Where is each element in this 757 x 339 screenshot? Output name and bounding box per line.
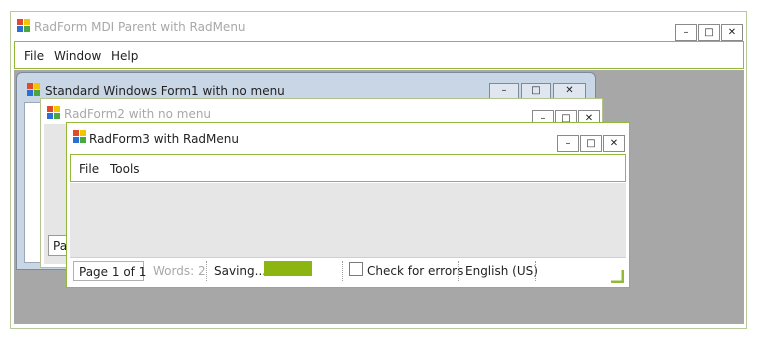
maximize-icon: □ <box>586 138 596 149</box>
minimize-icon: – <box>683 27 689 38</box>
form2-icon <box>47 106 60 119</box>
minimize-icon: – <box>501 85 507 96</box>
maximize-icon: □ <box>704 27 714 38</box>
status-saving-label: Saving... <box>214 264 267 278</box>
form1-title: Standard Windows Form1 with no menu <box>45 84 285 98</box>
form3-client <box>70 183 626 257</box>
form3-maximize-button[interactable]: □ <box>580 135 602 152</box>
status-page-label: Page 1 of 1 <box>73 261 147 281</box>
form3-menu-file[interactable]: File <box>79 162 99 176</box>
parent-minimize-button[interactable]: – <box>675 24 697 41</box>
status-words: Words: 2 <box>153 264 206 278</box>
form3-menu-tools[interactable]: Tools <box>110 162 140 176</box>
status-separator <box>342 261 343 281</box>
form3-menu-bar: File Tools <box>70 154 626 182</box>
check-errors-checkbox[interactable] <box>349 262 363 276</box>
form1-close-button[interactable]: ✕ <box>553 83 586 99</box>
form3-close-button[interactable]: ✕ <box>603 135 625 152</box>
status-language[interactable]: English (US) <box>465 264 538 278</box>
menu-file[interactable]: File <box>24 49 44 63</box>
status-page-text: Page 1 of 1 <box>79 265 147 279</box>
parent-maximize-button[interactable]: □ <box>698 24 720 41</box>
close-icon: ✕ <box>565 85 574 96</box>
form3-title: RadForm3 with RadMenu <box>89 132 239 146</box>
status-separator <box>535 261 536 281</box>
form2-title: RadForm2 with no menu <box>64 107 212 121</box>
status-separator <box>458 261 459 281</box>
minimize-icon: – <box>565 138 571 149</box>
close-icon: ✕ <box>727 27 737 38</box>
parent-menu-bar: File Window Help <box>14 41 744 69</box>
menu-help[interactable]: Help <box>111 49 138 63</box>
status-progress-bar <box>264 261 312 276</box>
status-separator <box>206 261 207 281</box>
form1-icon <box>27 83 40 96</box>
form3-status-bar: Page 1 of 1 Words: 2 Saving... Check for… <box>70 257 626 284</box>
maximize-icon: □ <box>531 85 541 96</box>
form1-maximize-button[interactable]: □ <box>521 83 551 99</box>
form3-icon <box>73 130 86 143</box>
app-icon <box>17 19 30 32</box>
parent-title-bar[interactable]: RadForm MDI Parent with RadMenu <box>11 12 746 40</box>
form1-minimize-button[interactable]: – <box>489 83 519 99</box>
form2-partial-text: Pa <box>53 239 68 253</box>
menu-window[interactable]: Window <box>54 49 101 63</box>
check-errors-label[interactable]: Check for errors <box>367 264 463 278</box>
close-icon: ✕ <box>609 138 619 149</box>
resize-grip-icon[interactable] <box>611 270 624 283</box>
status-progress-fill <box>264 261 312 276</box>
form3-minimize-button[interactable]: – <box>557 135 579 152</box>
parent-title: RadForm MDI Parent with RadMenu <box>34 20 246 34</box>
parent-close-button[interactable]: ✕ <box>721 24 743 41</box>
